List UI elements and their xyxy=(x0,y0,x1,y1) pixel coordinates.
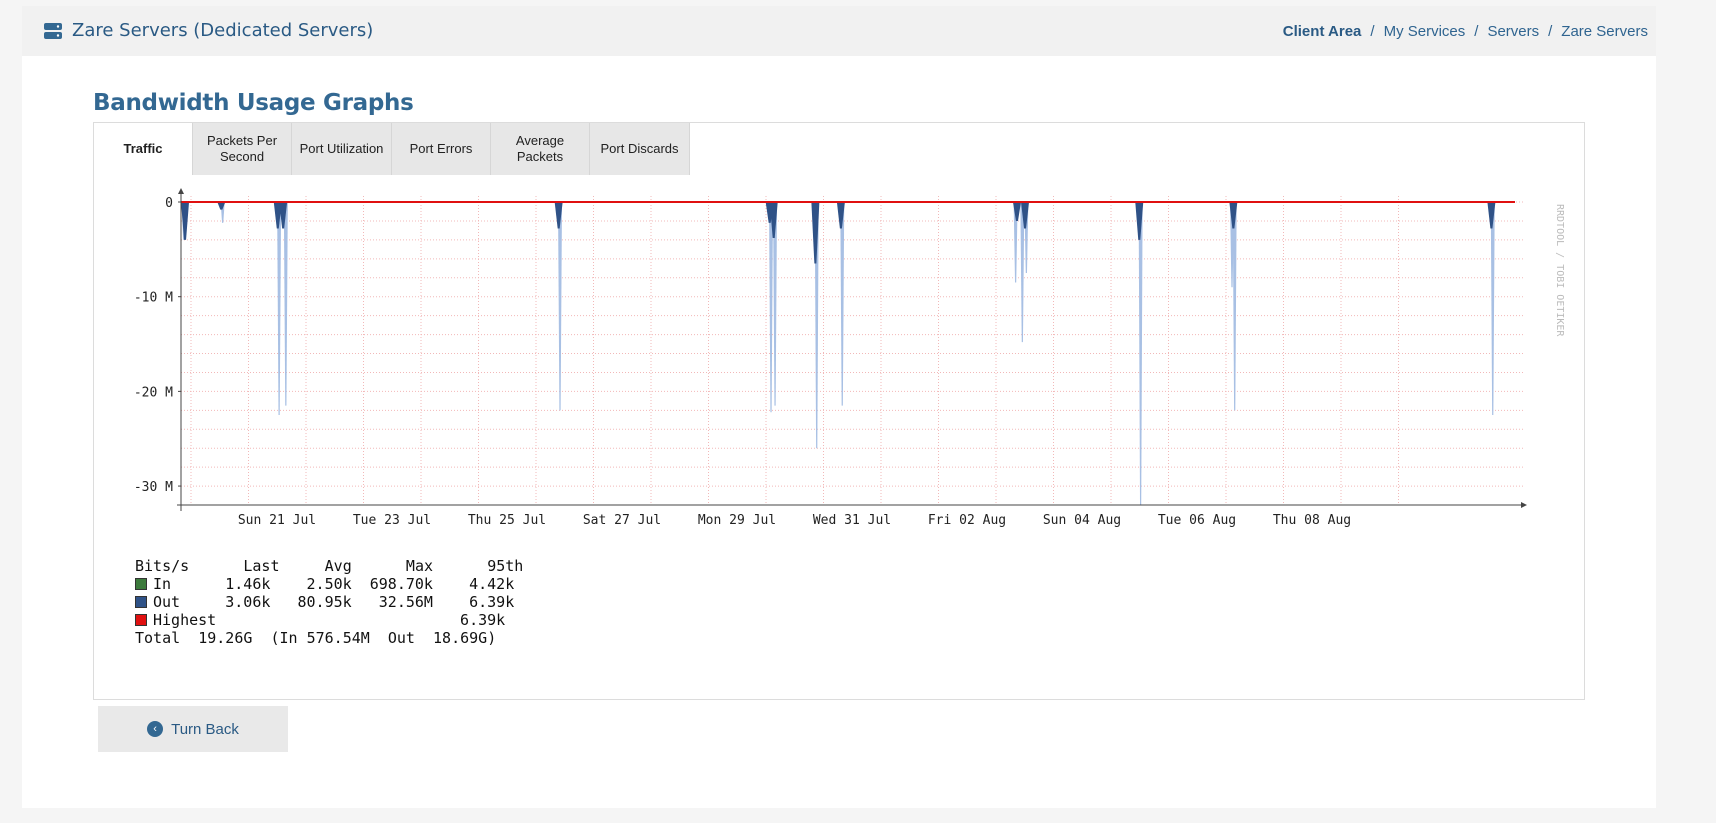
breadcrumb-separator: / xyxy=(1474,23,1479,40)
tab-port-utilization[interactable]: Port Utilization xyxy=(292,123,392,175)
section-title: Bandwidth Usage Graphs xyxy=(93,90,414,116)
breadcrumb-servers[interactable]: Servers xyxy=(1487,23,1539,40)
out-spike-light xyxy=(283,202,288,406)
breadcrumb-my-services[interactable]: My Services xyxy=(1384,23,1466,40)
breadcrumb: Client Area / My Services / Servers / Za… xyxy=(1283,23,1648,40)
x-tick-label: Thu 25 Jul xyxy=(468,513,546,528)
legend-text-in: In 1.46k 2.50k 698.70k 4.42k xyxy=(153,575,515,593)
tab-port-errors[interactable]: Port Errors xyxy=(392,123,491,175)
breadcrumb-zare-servers[interactable]: Zare Servers xyxy=(1561,23,1648,40)
x-tick-label: Tue 23 Jul xyxy=(353,513,431,528)
legend-swatch-out xyxy=(135,596,147,608)
y-tick-label: 0 xyxy=(165,196,173,211)
y-axis-arrow xyxy=(178,188,184,194)
y-tick-label: -20 M xyxy=(134,385,173,400)
y-tick-label: -30 M xyxy=(134,480,173,495)
page-header: Zare Servers (Dedicated Servers) Client … xyxy=(22,6,1656,56)
turn-back-label: Turn Back xyxy=(171,720,239,738)
legend-row-highest: Highest 6.39k xyxy=(135,611,523,629)
x-tick-label: Sun 21 Jul xyxy=(238,513,316,528)
x-tick-label: Mon 29 Jul xyxy=(698,513,776,528)
legend-total: Total 19.26G (In 576.54M Out 18.69G) xyxy=(135,629,497,647)
traffic-chart: 0 -10 M -20 M -30 M Sun 21 Jul Tue 23 Jul Thu … xyxy=(134,188,1565,528)
x-tick-label: Wed 31 Jul xyxy=(813,513,891,528)
header-title: Zare Servers (Dedicated Servers) xyxy=(44,20,373,41)
breadcrumb-separator: / xyxy=(1370,23,1375,40)
legend-text-highest: Highest 6.39k xyxy=(153,611,506,629)
out-spike-light xyxy=(840,202,845,406)
turn-back-button[interactable]: ‹ Turn Back xyxy=(98,706,288,752)
out-spike-light xyxy=(1138,202,1143,505)
rrdtool-watermark: RRDTOOL / TOBI OETIKER xyxy=(1554,204,1565,337)
tab-average-packets[interactable]: Average Packets xyxy=(491,123,590,175)
graph-tabs: Traffic Packets Per Second Port Utilizat… xyxy=(94,123,690,175)
x-tick-label: Tue 06 Aug xyxy=(1158,513,1236,528)
page-title: Zare Servers (Dedicated Servers) xyxy=(72,20,374,41)
tab-packets-per-second[interactable]: Packets Per Second xyxy=(193,123,292,175)
out-spike-light xyxy=(277,202,282,416)
legend-text-out: Out 3.06k 80.95k 32.56M 6.39k xyxy=(153,593,515,611)
y-tick-label: -10 M xyxy=(134,291,173,306)
server-icon xyxy=(44,22,62,39)
breadcrumb-client-area[interactable]: Client Area xyxy=(1283,23,1362,40)
chevron-left-icon: ‹ xyxy=(147,721,164,737)
tab-traffic[interactable]: Traffic xyxy=(94,123,193,175)
x-axis-arrow xyxy=(1521,502,1527,508)
x-tick-label: Sun 04 Aug xyxy=(1043,513,1121,528)
x-tick-label: Sat 27 Jul xyxy=(583,513,661,528)
x-tick-label: Thu 08 Aug xyxy=(1273,513,1351,528)
chart-legend: Bits/s Last Avg Max 95th In 1.46k 2.50k … xyxy=(135,557,523,647)
legend-swatch-highest xyxy=(135,614,147,626)
legend-header: Bits/s Last Avg Max 95th xyxy=(135,557,524,575)
out-spike-light xyxy=(558,202,563,411)
out-spike-light xyxy=(1490,202,1495,416)
legend-row-out: Out 3.06k 80.95k 32.56M 6.39k xyxy=(135,593,523,611)
x-tick-label: Fri 02 Aug xyxy=(928,513,1006,528)
legend-row-in: In 1.46k 2.50k 698.70k 4.42k xyxy=(135,575,523,593)
tab-port-discards[interactable]: Port Discards xyxy=(590,123,690,175)
breadcrumb-separator: / xyxy=(1548,23,1553,40)
legend-swatch-in xyxy=(135,578,147,590)
